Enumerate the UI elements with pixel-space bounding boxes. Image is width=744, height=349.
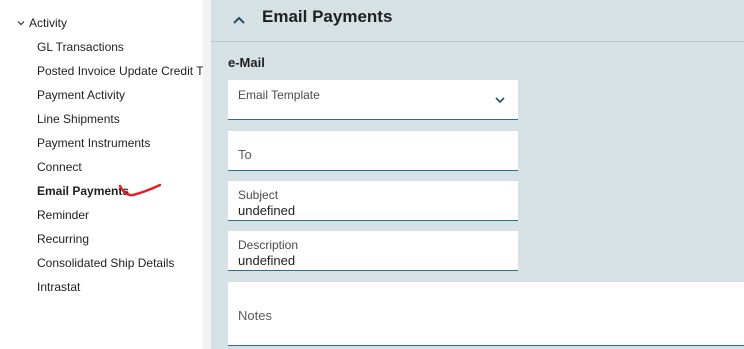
sidebar-item-connect[interactable]: Connect [37, 159, 82, 175]
email-template-label: Email Template [238, 88, 320, 102]
sidebar-item-line-shipments[interactable]: Line Shipments [37, 111, 120, 127]
notes-field[interactable]: Notes [228, 282, 744, 346]
sidebar: Activity GL Transactions Posted Invoice … [0, 0, 203, 349]
sidebar-item-recurring[interactable]: Recurring [37, 231, 89, 247]
tree-node-activity[interactable]: Activity [16, 15, 67, 31]
main-panel: Email Payments e-Mail Email Template To … [211, 0, 744, 349]
sidebar-item-consolidated-ship-details[interactable]: Consolidated Ship Details [37, 255, 174, 271]
subject-value: undefined [238, 203, 296, 218]
notes-placeholder: Notes [238, 308, 272, 323]
subject-field[interactable]: Subject undefined [228, 181, 518, 221]
dropdown-chevron-icon [495, 97, 505, 104]
chevron-up-icon[interactable] [231, 12, 247, 28]
sidebar-item-reminder[interactable]: Reminder [37, 207, 89, 223]
section-header: Email Payments [211, 0, 744, 42]
sidebar-item-payment-activity[interactable]: Payment Activity [37, 87, 125, 103]
description-value: undefined [238, 253, 296, 268]
description-field[interactable]: Description undefined [228, 231, 518, 271]
chevron-down-icon [17, 21, 25, 26]
sidebar-item-email-payments[interactable]: Email Payments [37, 183, 129, 199]
sidebar-divider [203, 0, 211, 349]
sidebar-item-posted-invoice-update[interactable]: Posted Invoice Update Credit Tr [37, 63, 203, 79]
to-placeholder: To [238, 147, 252, 162]
group-label-email: e-Mail [228, 55, 265, 70]
sidebar-item-intrastat[interactable]: Intrastat [37, 279, 80, 295]
to-field[interactable]: To [228, 131, 518, 171]
sidebar-item-payment-instruments[interactable]: Payment Instruments [37, 135, 150, 151]
tree-node-label: Activity [29, 16, 68, 30]
email-template-select[interactable]: Email Template [228, 80, 518, 120]
subject-label: Subject [238, 188, 279, 202]
sidebar-item-gl-transactions[interactable]: GL Transactions [37, 39, 124, 55]
section-title: Email Payments [262, 7, 393, 26]
description-label: Description [238, 238, 299, 252]
